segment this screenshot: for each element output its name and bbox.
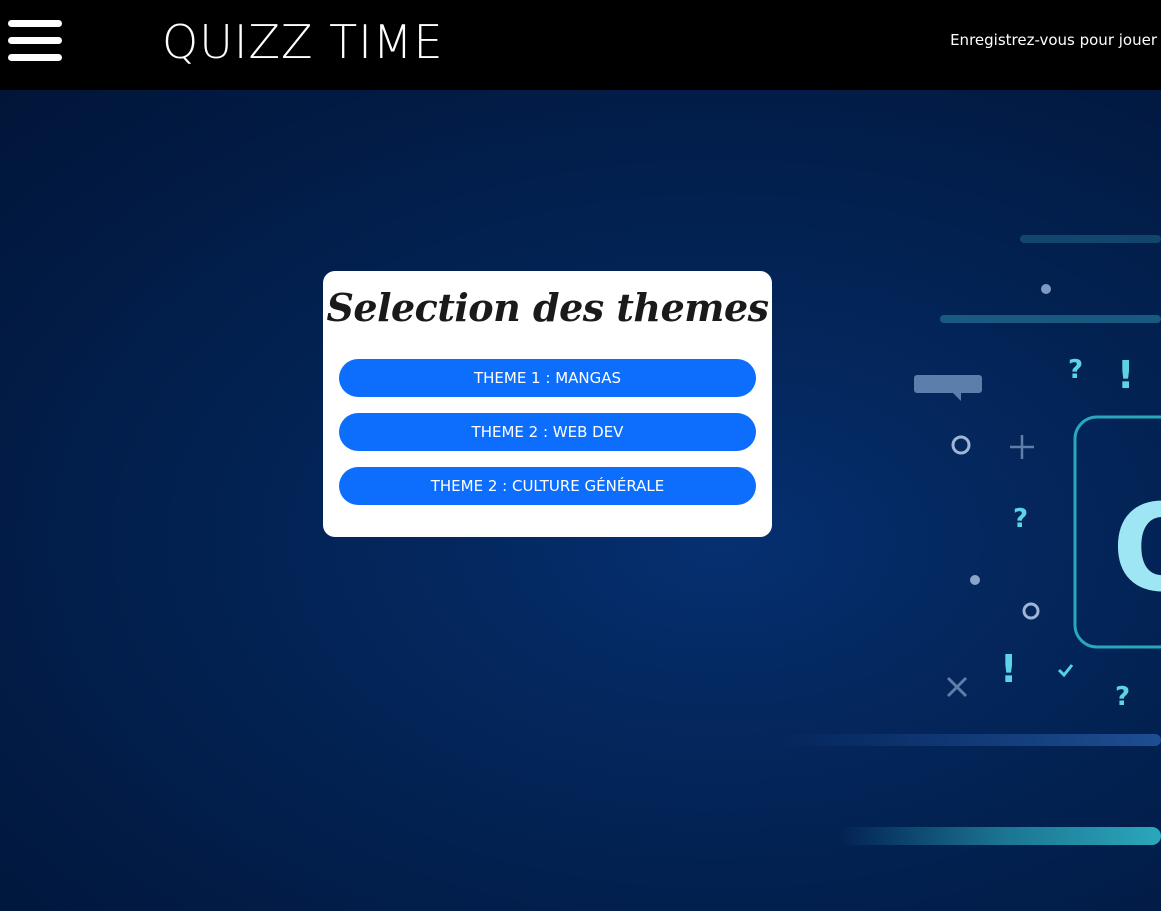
- light-streak: [780, 734, 1161, 746]
- question-mark-icon: ?: [1115, 682, 1130, 712]
- theme-selection-title: Selection des themes: [326, 285, 769, 330]
- theme-culture-generale-button[interactable]: THEME 2 : CULTURE GÉNÉRALE: [339, 467, 756, 505]
- question-mark-icon: ?: [1013, 504, 1028, 534]
- light-streak: [840, 827, 1161, 845]
- dot-decor: [970, 575, 980, 585]
- chat-bubble-icon: [914, 375, 982, 401]
- theme-web-dev-button[interactable]: THEME 2 : WEB DEV: [339, 413, 756, 451]
- menu-bar-middle: [8, 37, 62, 44]
- register-link[interactable]: Enregistrez-vous pour jouer: [950, 31, 1157, 49]
- theme-mangas-button[interactable]: THEME 1 : MANGAS: [339, 359, 756, 397]
- light-streak: [1020, 235, 1161, 243]
- menu-bar-bottom: [8, 54, 62, 61]
- ring-decor: [951, 435, 971, 455]
- top-navbar: QUIZZ TIME Enregistrez-vous pour jouer: [0, 0, 1161, 90]
- dot-decor: [1041, 284, 1051, 294]
- exclamation-icon: !: [1117, 353, 1134, 397]
- light-streak: [940, 315, 1161, 323]
- exclamation-icon: !: [1000, 647, 1017, 691]
- big-q-letter: Q: [1112, 480, 1161, 619]
- cross-icon: [946, 676, 968, 698]
- site-title: QUIZZ TIME: [162, 15, 444, 69]
- ring-decor: [1022, 602, 1040, 620]
- menu-bar-top: [8, 20, 62, 27]
- question-mark-icon: ?: [1068, 355, 1083, 385]
- hamburger-menu-icon[interactable]: [8, 20, 62, 62]
- check-icon: [1057, 664, 1074, 678]
- plus-icon: [1010, 435, 1034, 459]
- theme-selection-card: Selection des themes THEME 1 : MANGAS TH…: [323, 271, 772, 537]
